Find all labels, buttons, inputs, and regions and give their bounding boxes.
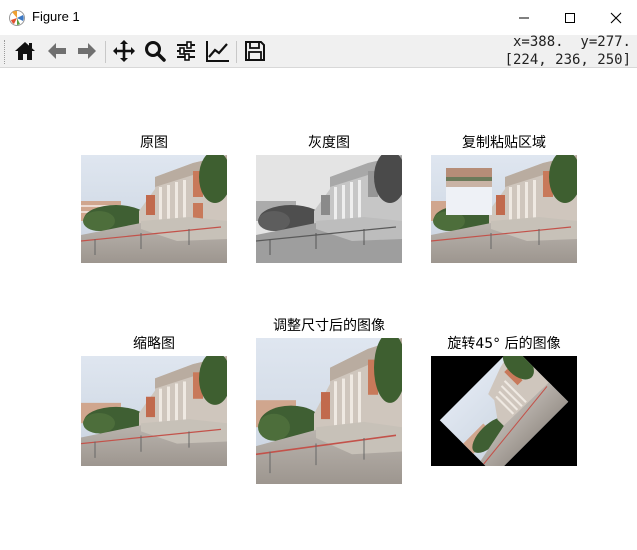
forward-button[interactable] bbox=[74, 38, 100, 64]
subplot-title-original: 原图 bbox=[140, 135, 168, 151]
toolbar-separator bbox=[105, 41, 106, 63]
back-button[interactable] bbox=[44, 38, 70, 64]
maximize-button[interactable] bbox=[547, 0, 593, 35]
subplot-title-rotated: 旋转45° 后的图像 bbox=[447, 336, 561, 352]
image-resized bbox=[256, 338, 402, 484]
window-title: Figure 1 bbox=[32, 9, 80, 24]
image-gray bbox=[256, 155, 402, 263]
pasted-region bbox=[446, 168, 492, 215]
toolbar-grip[interactable] bbox=[4, 40, 7, 64]
subplot-title-resized: 调整尺寸后的图像 bbox=[273, 318, 385, 334]
save-icon bbox=[245, 41, 265, 61]
coord-rgb: [224, 236, 250] bbox=[504, 52, 631, 68]
image-rotated-45 bbox=[431, 356, 577, 466]
close-button[interactable] bbox=[593, 0, 637, 35]
edit-axes-icon bbox=[206, 41, 229, 62]
matplotlib-app-icon bbox=[8, 9, 26, 27]
close-icon bbox=[610, 12, 622, 23]
zoom-button[interactable] bbox=[142, 38, 168, 64]
forward-arrow-icon bbox=[78, 43, 96, 59]
subplot-title-copy-paste: 复制粘贴区域 bbox=[462, 135, 546, 151]
subplot-title-thumbnail: 缩略图 bbox=[133, 336, 175, 352]
maximize-icon bbox=[565, 12, 575, 23]
image-original bbox=[81, 155, 227, 263]
home-button[interactable] bbox=[12, 38, 38, 64]
minimize-button[interactable] bbox=[501, 0, 547, 35]
configure-subplots-button[interactable] bbox=[173, 38, 199, 64]
cursor-coordinates: x=388. y=277. [224, 236, 250] bbox=[505, 33, 631, 69]
pan-button[interactable] bbox=[111, 38, 137, 64]
image-copy-paste bbox=[431, 155, 577, 263]
subplot-title-gray: 灰度图 bbox=[308, 135, 350, 151]
home-icon bbox=[15, 42, 35, 60]
window-titlebar: Figure 1 bbox=[0, 0, 637, 35]
navigation-toolbar: x=388. y=277. [224, 236, 250] bbox=[0, 33, 637, 69]
pan-icon bbox=[113, 40, 135, 62]
back-arrow-icon bbox=[48, 43, 66, 59]
toolbar-separator bbox=[236, 41, 237, 63]
coord-xy: x=388. y=277. bbox=[512, 34, 631, 50]
figure-canvas[interactable]: 原图 灰度图 复制粘贴区域 缩略图 调整尺寸后的图像 旋转45° 后的图像 bbox=[0, 68, 637, 550]
configure-subplots-icon bbox=[177, 41, 195, 61]
image-thumbnail bbox=[81, 356, 227, 466]
edit-axes-button[interactable] bbox=[205, 38, 231, 64]
minimize-icon bbox=[519, 17, 529, 18]
save-button[interactable] bbox=[242, 38, 268, 64]
zoom-icon bbox=[145, 41, 166, 62]
